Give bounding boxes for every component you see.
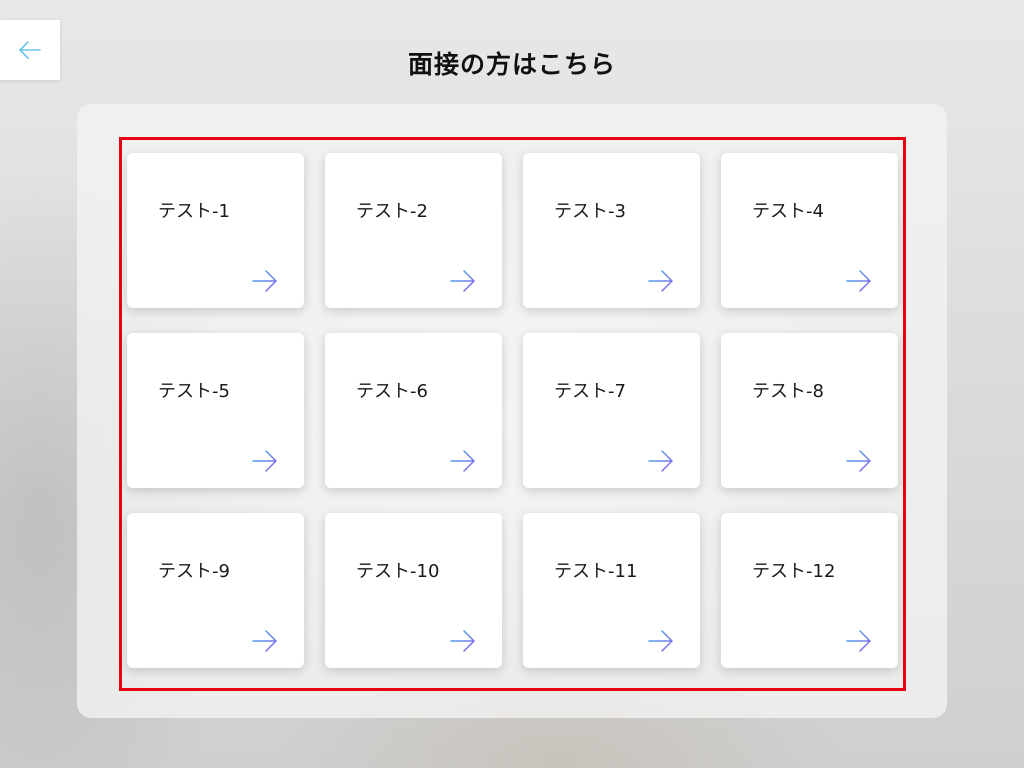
card-test-12[interactable]: テスト-12 (721, 513, 898, 668)
arrow-right-icon (450, 269, 476, 293)
card-label: テスト-7 (554, 381, 626, 402)
card-test-5[interactable]: テスト-5 (127, 333, 304, 488)
card-test-2[interactable]: テスト-2 (325, 153, 502, 308)
arrow-right-icon (252, 449, 278, 473)
card-test-10[interactable]: テスト-10 (325, 513, 502, 668)
arrow-right-icon (648, 629, 674, 653)
card-label: テスト-8 (752, 381, 824, 402)
arrow-right-icon (846, 449, 872, 473)
card-label: テスト-2 (356, 201, 428, 222)
card-label: テスト-6 (356, 381, 428, 402)
arrow-right-icon (846, 629, 872, 653)
arrow-right-icon (252, 629, 278, 653)
arrow-right-icon (252, 269, 278, 293)
arrow-right-icon (846, 269, 872, 293)
card-label: テスト-4 (752, 201, 824, 222)
page-title: 面接の方はこちら (407, 50, 616, 79)
card-test-9[interactable]: テスト-9 (127, 513, 304, 668)
card-label: テスト-5 (158, 381, 230, 402)
card-test-1[interactable]: テスト-1 (127, 153, 304, 308)
card-test-11[interactable]: テスト-11 (523, 513, 700, 668)
card-test-6[interactable]: テスト-6 (325, 333, 502, 488)
card-label: テスト-9 (158, 561, 230, 582)
card-label: テスト-12 (752, 561, 836, 582)
card-test-4[interactable]: テスト-4 (721, 153, 898, 308)
arrow-right-icon (648, 449, 674, 473)
arrow-right-icon (450, 629, 476, 653)
card-test-8[interactable]: テスト-8 (721, 333, 898, 488)
card-label: テスト-11 (554, 561, 638, 582)
card-grid: テスト-1 テスト-2 テスト-3 テスト-4 テスト-5 テスト-6 テスト-… (127, 153, 898, 668)
arrow-right-icon (648, 269, 674, 293)
card-label: テスト-1 (158, 201, 230, 222)
card-test-3[interactable]: テスト-3 (523, 153, 700, 308)
card-label: テスト-3 (554, 201, 626, 222)
card-test-7[interactable]: テスト-7 (523, 333, 700, 488)
card-label: テスト-10 (356, 561, 440, 582)
arrow-right-icon (450, 449, 476, 473)
